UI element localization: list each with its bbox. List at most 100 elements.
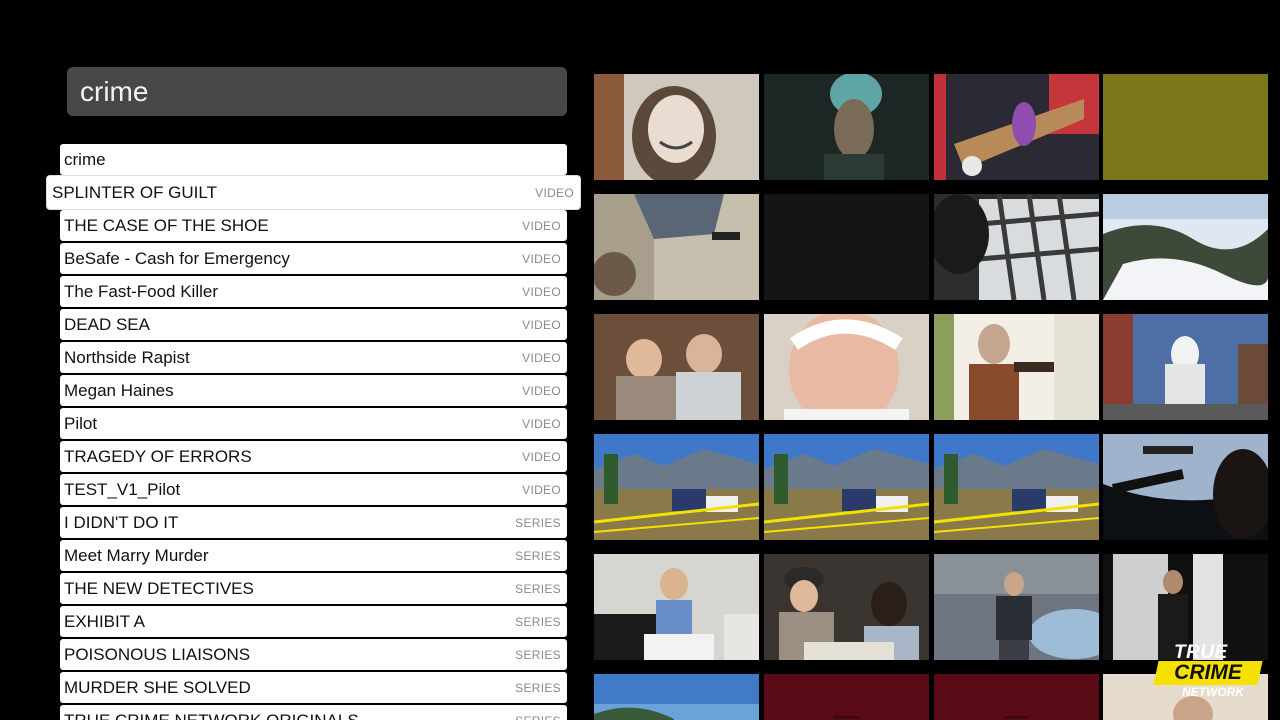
thumbnail-tile-gun-on-beach[interactable] <box>594 194 759 300</box>
thumbnail-tile-snowy-valley[interactable] <box>1103 194 1268 300</box>
true-crime-network-logo: TRUE CRIME NETWORK <box>1150 642 1263 702</box>
result-title: BeSafe - Cash for Emergency <box>64 248 290 268</box>
result-row[interactable]: The Fast-Food Killer VIDEO <box>60 276 567 307</box>
result-title: Pilot <box>64 413 98 433</box>
thumbnail-image <box>934 434 1099 540</box>
thumbnail-image <box>764 674 929 720</box>
thumbnail-tile-red-title-card[interactable] <box>764 674 929 720</box>
thumbnail-tile-red-title-card[interactable] <box>934 674 1099 720</box>
thumbnail-image <box>934 314 1099 420</box>
result-row[interactable]: Pilot VIDEO <box>60 408 567 439</box>
thumbnail-image <box>934 674 1099 720</box>
result-type-label: VIDEO <box>522 383 561 398</box>
result-title: MURDER SHE SOLVED <box>64 677 251 697</box>
result-type-label: VIDEO <box>522 416 561 431</box>
result-title: DEAD SEA <box>64 314 150 334</box>
result-type-label: VIDEO <box>522 317 561 332</box>
search-input[interactable]: crime <box>67 67 567 116</box>
thumbnail-image <box>764 74 929 180</box>
result-title: POISONOUS LIAISONS <box>64 644 251 664</box>
thumbnail-tile-barred-window[interactable] <box>934 194 1099 300</box>
thumbnail-image <box>764 194 929 300</box>
result-row[interactable]: TEST_V1_Pilot VIDEO <box>60 474 567 505</box>
result-type-label: SERIES <box>515 581 561 596</box>
result-row[interactable]: DEAD SEA VIDEO <box>60 309 567 340</box>
result-row[interactable]: I DIDN'T DO IT SERIES <box>60 507 567 538</box>
result-row[interactable]: Northside Rapist VIDEO <box>60 342 567 373</box>
result-title: SPLINTER OF GUILT <box>52 182 217 202</box>
thumbnail-tile-car-interior-night[interactable] <box>1103 434 1268 540</box>
thumbnail-image <box>594 434 759 540</box>
search-suggestion[interactable]: crime <box>60 144 567 175</box>
logo-crime-badge: CRIME <box>1153 661 1263 685</box>
result-title: The Fast-Food Killer <box>64 281 218 301</box>
result-type-label: VIDEO <box>522 350 561 365</box>
result-row[interactable]: POISONOUS LIAISONS SERIES <box>60 639 567 670</box>
thumbnail-image <box>594 74 759 180</box>
result-title: THE NEW DETECTIVES <box>64 578 254 598</box>
result-title: Megan Haines <box>64 380 174 400</box>
result-type-label: VIDEO <box>522 251 561 266</box>
result-row[interactable]: THE CASE OF THE SHOE VIDEO <box>60 210 567 241</box>
result-title: Meet Marry Murder <box>64 545 209 565</box>
thumbnail-image <box>594 194 759 300</box>
result-type-label: VIDEO <box>522 449 561 464</box>
result-type-label: VIDEO <box>535 185 574 200</box>
result-type-label: VIDEO <box>522 284 561 299</box>
result-row[interactable]: SPLINTER OF GUILT VIDEO <box>47 176 580 209</box>
result-title: TRAGEDY OF ERRORS <box>64 446 252 466</box>
result-row[interactable]: MURDER SHE SOLVED SERIES <box>60 672 567 703</box>
thumbnail-tile-olive-placeholder[interactable] <box>1103 74 1268 180</box>
result-type-label: VIDEO <box>522 218 561 233</box>
result-type-label: VIDEO <box>522 482 561 497</box>
thumbnail-tile-coastline[interactable] <box>594 674 759 720</box>
thumbnail-image <box>594 314 759 420</box>
thumbnail-image <box>594 554 759 660</box>
result-type-label: SERIES <box>515 647 561 662</box>
result-title: THE CASE OF THE SHOE <box>64 215 269 235</box>
thumbnail-image <box>1103 434 1268 540</box>
logo-line-crime: CRIME <box>1174 661 1242 684</box>
thumbnail-tile-woman-on-car[interactable] <box>934 74 1099 180</box>
thumbnail-tile-masked-gunman[interactable] <box>934 314 1099 420</box>
result-title: I DIDN'T DO IT <box>64 512 179 532</box>
result-type-label: SERIES <box>515 714 561 720</box>
thumbnail-image <box>764 554 929 660</box>
result-row[interactable]: Megan Haines VIDEO <box>60 375 567 406</box>
result-row[interactable]: EXHIBIT A SERIES <box>60 606 567 637</box>
thumbnail-tile-woman-reading-papers[interactable] <box>594 554 759 660</box>
thumbnail-tile-crime-scene-tape[interactable] <box>594 434 759 540</box>
thumbnail-tile-dark-blank[interactable] <box>764 194 929 300</box>
thumbnail-tile-woman-in-headscarf[interactable] <box>764 74 929 180</box>
thumbnail-image <box>934 74 1099 180</box>
result-row[interactable]: TRUE CRIME NETWORK ORIGINALS SERIES <box>60 705 567 720</box>
thumbnail-tile-smiling-woman-portrait[interactable] <box>594 74 759 180</box>
result-row[interactable]: TRAGEDY OF ERRORS VIDEO <box>60 441 567 472</box>
thumbnail-tile-officer-by-car[interactable] <box>934 554 1099 660</box>
result-title: TRUE CRIME NETWORK ORIGINALS <box>64 710 359 720</box>
result-type-label: SERIES <box>515 515 561 530</box>
result-type-label: SERIES <box>515 680 561 695</box>
thumbnail-image <box>934 194 1099 300</box>
thumbnail-image <box>764 434 929 540</box>
thumbnail-tile-officer-and-woman[interactable] <box>764 554 929 660</box>
thumbnail-image <box>1103 74 1268 180</box>
thumbnail-image <box>1103 314 1268 420</box>
result-row[interactable]: THE NEW DETECTIVES SERIES <box>60 573 567 604</box>
logo-line-network: NETWORK <box>1182 685 1244 699</box>
result-row[interactable]: Meet Marry Murder SERIES <box>60 540 567 571</box>
thumbnail-tile-capitol-street[interactable] <box>1103 314 1268 420</box>
thumbnail-tile-couple-portrait[interactable] <box>594 314 759 420</box>
thumbnail-image <box>1103 194 1268 300</box>
thumbnail-image <box>934 554 1099 660</box>
result-row[interactable]: BeSafe - Cash for Emergency VIDEO <box>60 243 567 274</box>
thumbnail-tile-crime-scene-tape[interactable] <box>764 434 929 540</box>
thumbnail-image <box>764 314 929 420</box>
result-title: EXHIBIT A <box>64 611 145 631</box>
thumbnail-tile-crime-scene-tape[interactable] <box>934 434 1099 540</box>
thumbnail-tile-older-man[interactable] <box>764 314 929 420</box>
result-title: TEST_V1_Pilot <box>64 479 181 499</box>
result-type-label: SERIES <box>515 614 561 629</box>
thumbnail-image <box>594 674 759 720</box>
result-title: Northside Rapist <box>64 347 190 367</box>
